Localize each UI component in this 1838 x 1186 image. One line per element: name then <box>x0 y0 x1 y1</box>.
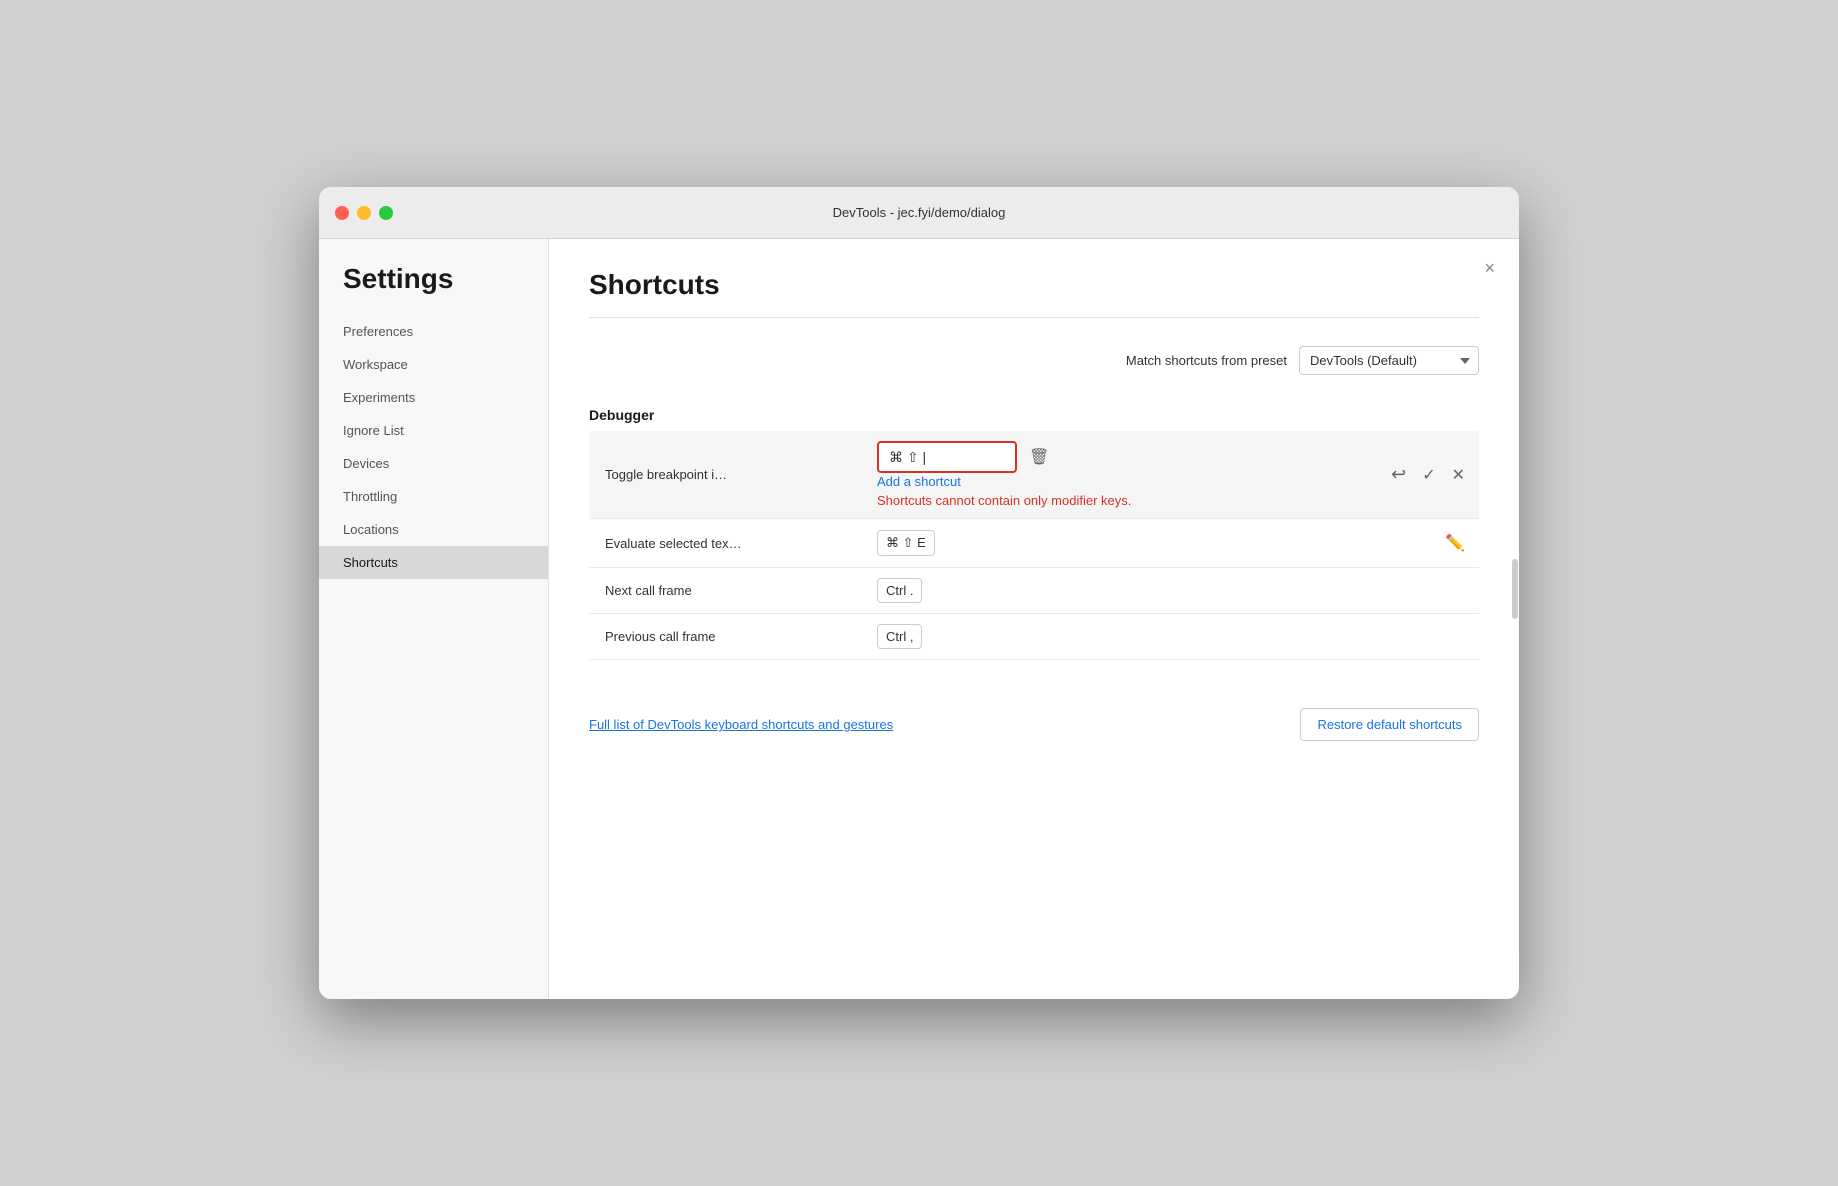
window-body: Settings Preferences Workspace Experimen… <box>319 239 1519 999</box>
key-badge-evaluate: ⌘ ⇧ E <box>877 530 935 556</box>
main-content: × Shortcuts Match shortcuts from preset … <box>549 239 1519 999</box>
preset-label: Match shortcuts from preset <box>1126 353 1287 368</box>
shortcut-name-evaluate: Evaluate selected tex… <box>589 519 869 568</box>
full-list-link[interactable]: Full list of DevTools keyboard shortcuts… <box>589 717 893 732</box>
key-badge-prev-call: Ctrl , <box>877 624 922 649</box>
edit-input-wrapper: 🗑 <box>877 441 1304 473</box>
shortcut-row-toggle-breakpoint: Toggle breakpoint i… 🗑 Add a shortcut Sh… <box>589 431 1479 519</box>
confirm-button[interactable]: ✓ <box>1416 461 1441 489</box>
page-title: Shortcuts <box>589 269 1479 301</box>
key-badge-next-call: Ctrl . <box>877 578 922 603</box>
discard-button[interactable]: ✕ <box>1446 461 1471 489</box>
restore-defaults-button[interactable]: Restore default shortcuts <box>1300 708 1479 741</box>
shortcuts-table: Toggle breakpoint i… 🗑 Add a shortcut Sh… <box>589 431 1479 660</box>
devtools-window: DevTools - jec.fyi/demo/dialog Settings … <box>319 187 1519 999</box>
scrollbar-thumb <box>1512 559 1518 619</box>
footer-row: Full list of DevTools keyboard shortcuts… <box>589 692 1479 741</box>
close-traffic-light[interactable] <box>335 206 349 220</box>
shortcut-name-toggle-breakpoint: Toggle breakpoint i… <box>589 431 869 519</box>
sidebar-title: Settings <box>319 263 548 315</box>
add-shortcut-link[interactable]: Add a shortcut <box>877 474 961 489</box>
add-shortcut-area: Add a shortcut Shortcuts cannot contain … <box>877 473 1304 508</box>
shortcut-name-prev-call: Previous call frame <box>589 614 869 660</box>
window-title: DevTools - jec.fyi/demo/dialog <box>833 205 1006 220</box>
sidebar-item-shortcuts[interactable]: Shortcuts <box>319 546 548 579</box>
shortcut-actions-evaluate: ✏️ <box>1312 519 1479 568</box>
shortcut-keys-prev-call: Ctrl , <box>869 614 1312 660</box>
shortcut-keys-next-call: Ctrl . <box>869 568 1312 614</box>
traffic-lights <box>335 206 393 220</box>
delete-shortcut-button[interactable]: 🗑 <box>1025 443 1053 471</box>
scrollbar-track[interactable] <box>1511 299 1519 999</box>
undo-button[interactable]: ↩ <box>1385 460 1412 489</box>
shortcut-keys-evaluate: ⌘ ⇧ E <box>869 519 1312 568</box>
editing-actions: ↩ ✓ ✕ <box>1320 460 1471 489</box>
shortcut-row-evaluate-selected: Evaluate selected tex… ⌘ ⇧ E ✏️ <box>589 519 1479 568</box>
close-button[interactable]: × <box>1484 259 1495 277</box>
shortcut-actions-next-call <box>1312 568 1479 614</box>
sidebar-item-preferences[interactable]: Preferences <box>319 315 548 348</box>
preset-row: Match shortcuts from preset DevTools (De… <box>589 346 1479 375</box>
title-divider <box>589 317 1479 318</box>
sidebar-item-experiments[interactable]: Experiments <box>319 381 548 414</box>
shortcut-actions-editing: ↩ ✓ ✕ <box>1312 431 1479 519</box>
shortcut-row-prev-call-frame: Previous call frame Ctrl , <box>589 614 1479 660</box>
shortcut-actions-prev-call <box>1312 614 1479 660</box>
maximize-traffic-light[interactable] <box>379 206 393 220</box>
section-title-debugger: Debugger <box>589 407 1479 423</box>
key-input-toggle-breakpoint[interactable] <box>877 441 1017 473</box>
shortcut-name-next-call: Next call frame <box>589 568 869 614</box>
shortcut-keys-toggle-breakpoint: 🗑 Add a shortcut Shortcuts cannot contai… <box>869 431 1312 519</box>
sidebar-item-devices[interactable]: Devices <box>319 447 548 480</box>
error-message: Shortcuts cannot contain only modifier k… <box>877 493 1304 508</box>
shortcut-row-next-call-frame: Next call frame Ctrl . <box>589 568 1479 614</box>
sidebar-item-ignore-list[interactable]: Ignore List <box>319 414 548 447</box>
sidebar: Settings Preferences Workspace Experimen… <box>319 239 549 999</box>
sidebar-item-throttling[interactable]: Throttling <box>319 480 548 513</box>
sidebar-item-locations[interactable]: Locations <box>319 513 548 546</box>
minimize-traffic-light[interactable] <box>357 206 371 220</box>
preset-select[interactable]: DevTools (Default) Visual Studio Code <box>1299 346 1479 375</box>
sidebar-item-workspace[interactable]: Workspace <box>319 348 548 381</box>
title-bar: DevTools - jec.fyi/demo/dialog <box>319 187 1519 239</box>
edit-evaluate-button[interactable]: ✏️ <box>1439 529 1471 557</box>
